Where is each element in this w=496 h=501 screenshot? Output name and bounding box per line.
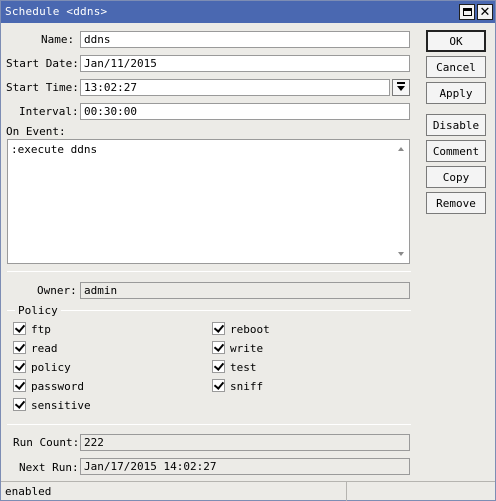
checkbox-label-test: test bbox=[230, 361, 257, 374]
status-text: enabled bbox=[5, 485, 52, 498]
checkbox-label-write: write bbox=[230, 342, 264, 355]
checkbox-label-policy: policy bbox=[31, 361, 71, 374]
cancel-button[interactable]: Cancel bbox=[426, 56, 486, 78]
checkbox-label-ftp: ftp bbox=[31, 323, 51, 336]
next-run-field: Jan/17/2015 14:02:27 bbox=[80, 458, 410, 475]
start-time-dropdown-button[interactable] bbox=[392, 79, 410, 96]
interval-label: Interval: bbox=[19, 105, 79, 118]
policy-divider-right bbox=[61, 310, 411, 311]
on-event-content: :execute ddns bbox=[11, 143, 98, 156]
divider bbox=[7, 271, 411, 272]
start-date-label: Start Date: bbox=[6, 57, 79, 70]
maximize-button[interactable] bbox=[459, 4, 475, 20]
on-event-label: On Event: bbox=[6, 125, 66, 138]
policy-divider-left bbox=[7, 310, 15, 311]
checkbox-policy[interactable] bbox=[13, 360, 26, 373]
start-time-label: Start Time: bbox=[6, 81, 79, 94]
copy-button[interactable]: Copy bbox=[426, 166, 486, 188]
checkbox-sniff[interactable] bbox=[212, 379, 225, 392]
start-date-field[interactable]: Jan/11/2015 bbox=[80, 55, 410, 72]
apply-button[interactable]: Apply bbox=[426, 82, 486, 104]
name-label: Name: bbox=[41, 33, 75, 46]
checkbox-label-reboot: reboot bbox=[230, 323, 270, 336]
window-title: Schedule <ddns> bbox=[5, 5, 108, 18]
status-bar: enabled bbox=[1, 481, 495, 501]
checkbox-write[interactable] bbox=[212, 341, 225, 354]
status-panel bbox=[1, 482, 347, 501]
checkbox-sensitive[interactable] bbox=[13, 398, 26, 411]
checkbox-label-password: password bbox=[31, 380, 84, 393]
comment-button[interactable]: Comment bbox=[426, 140, 486, 162]
ok-button[interactable]: OK bbox=[426, 30, 486, 52]
dropdown-arrow-icon bbox=[397, 82, 405, 91]
owner-field: admin bbox=[80, 282, 410, 299]
schedule-window: Schedule <ddns> ✕ Name: ddns Start Date:… bbox=[0, 0, 496, 501]
interval-field[interactable]: 00:30:00 bbox=[80, 103, 410, 120]
divider bbox=[7, 424, 411, 425]
scroll-up-icon[interactable] bbox=[398, 147, 404, 151]
start-time-field[interactable]: 13:02:27 bbox=[80, 79, 390, 96]
maximize-icon bbox=[462, 8, 472, 16]
checkbox-reboot[interactable] bbox=[212, 322, 225, 335]
close-icon: ✕ bbox=[479, 4, 491, 20]
scroll-down-icon[interactable] bbox=[398, 252, 404, 256]
checkbox-password[interactable] bbox=[13, 379, 26, 392]
owner-label: Owner: bbox=[37, 284, 77, 297]
name-field[interactable]: ddns bbox=[80, 31, 410, 48]
next-run-label: Next Run: bbox=[19, 461, 79, 474]
disable-button[interactable]: Disable bbox=[426, 114, 486, 136]
remove-button[interactable]: Remove bbox=[426, 192, 486, 214]
run-count-field: 222 bbox=[80, 434, 410, 451]
close-button[interactable]: ✕ bbox=[477, 4, 493, 20]
policy-label: Policy bbox=[18, 304, 58, 317]
checkbox-ftp[interactable] bbox=[13, 322, 26, 335]
checkbox-label-sniff: sniff bbox=[230, 380, 264, 393]
run-count-label: Run Count: bbox=[13, 436, 80, 449]
title-bar: Schedule <ddns> ✕ bbox=[1, 1, 495, 23]
checkbox-test[interactable] bbox=[212, 360, 225, 373]
checkbox-label-sensitive: sensitive bbox=[31, 399, 91, 412]
checkbox-read[interactable] bbox=[13, 341, 26, 354]
on-event-textarea[interactable]: :execute ddns bbox=[7, 139, 410, 264]
checkbox-label-read: read bbox=[31, 342, 58, 355]
on-event-scrollbar[interactable] bbox=[394, 140, 409, 263]
